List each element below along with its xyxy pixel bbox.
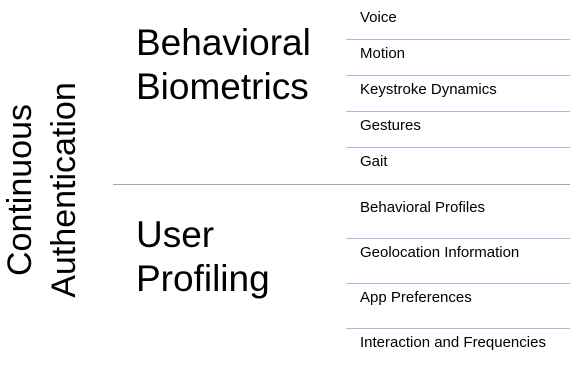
group-divider (113, 184, 570, 185)
list-item-geolocation-information: Geolocation Information (360, 244, 520, 261)
category-behavioral-biometrics: Behavioral Biometrics (136, 21, 311, 109)
category-label-line: Profiling (136, 258, 270, 299)
list-item-keystroke-dynamics: Keystroke Dynamics (360, 81, 497, 98)
item-separator (346, 283, 570, 284)
item-separator (346, 75, 570, 76)
list-item-app-preferences: App Preferences (360, 289, 472, 306)
list-item-behavioral-profiles: Behavioral Profiles (360, 199, 486, 216)
list-item-interaction-and-frequencies: Interaction and Frequencies (360, 334, 546, 351)
diagram-title: Continuous Authentication (0, 20, 86, 360)
item-separator (346, 147, 570, 148)
title-line-continuous: Continuous (1, 104, 39, 277)
item-separator (346, 328, 570, 329)
list-item-gestures: Gestures (360, 117, 421, 134)
list-item-gait: Gait (360, 153, 388, 170)
category-label-line: Biometrics (136, 66, 309, 107)
item-separator (346, 39, 570, 40)
item-separator (346, 111, 570, 112)
title-line-authentication: Authentication (45, 82, 83, 298)
list-item-voice: Voice (360, 9, 397, 26)
item-separator (346, 238, 570, 239)
list-item-motion: Motion (360, 45, 406, 62)
category-user-profiling: User Profiling (136, 213, 270, 301)
category-label-line: User (136, 214, 215, 255)
category-label-line: Behavioral (136, 22, 311, 63)
